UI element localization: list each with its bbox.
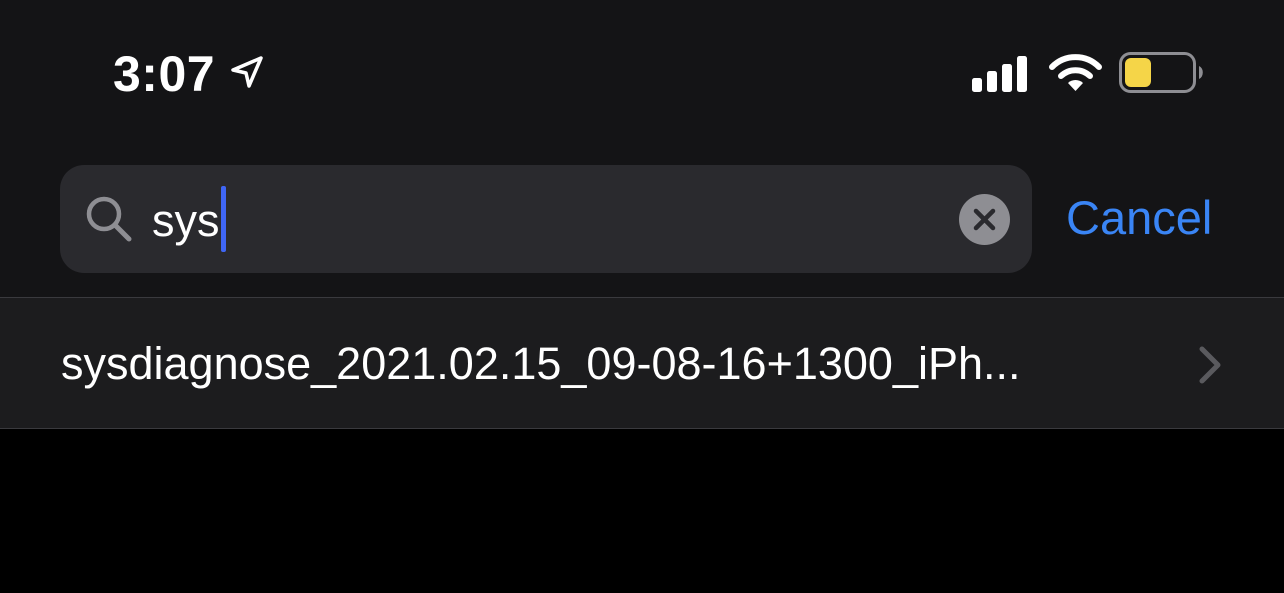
search-input[interactable]: sys <box>152 191 220 251</box>
location-arrow-icon <box>231 56 263 88</box>
text-caret <box>220 186 226 252</box>
screen: 3:07 sys Cancel sysdiagnose_2021.02.15_0… <box>0 0 1284 593</box>
search-field[interactable]: sys <box>60 165 1032 273</box>
clear-icon <box>973 208 996 231</box>
chevron-right-icon <box>1199 346 1221 384</box>
search-icon <box>86 196 132 242</box>
cellular-signal-icon <box>972 56 1027 92</box>
result-label: sysdiagnose_2021.02.15_09-08-16+1300_iPh… <box>61 338 1021 389</box>
wifi-icon <box>1049 54 1102 91</box>
battery-icon <box>1119 52 1203 93</box>
clear-button[interactable] <box>959 194 1010 245</box>
header-area: 3:07 sys Cancel <box>0 0 1284 297</box>
status-time: 3:07 <box>113 46 216 102</box>
cancel-button[interactable]: Cancel <box>1066 188 1212 248</box>
list-item[interactable]: sysdiagnose_2021.02.15_09-08-16+1300_iPh… <box>0 298 1284 428</box>
divider <box>0 428 1284 429</box>
